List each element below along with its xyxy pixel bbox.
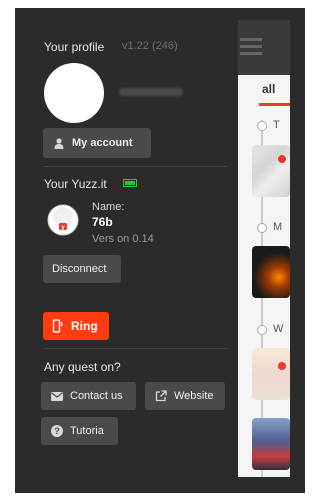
main-content-peek: all T M W [238, 20, 290, 477]
user-name-redacted [119, 88, 183, 96]
event-thumbnail-photo[interactable] [252, 246, 290, 298]
svg-text:?: ? [54, 426, 60, 436]
main-topbar [238, 20, 290, 75]
tutorial-label: Tutoria [70, 425, 104, 437]
tab-all[interactable]: all [262, 82, 275, 96]
event-thumbnail-photo[interactable] [252, 418, 290, 470]
disconnect-label: Disconnect [52, 263, 107, 275]
timeline-label: T [273, 119, 280, 131]
contact-us-button[interactable]: Contact us [41, 382, 136, 410]
ring-button[interactable]: Ring [43, 312, 109, 340]
device-name: 76b [92, 215, 113, 229]
event-thumbnail-map[interactable] [252, 348, 290, 400]
profile-section-title: Your profile [44, 40, 105, 54]
timeline-dot [257, 121, 267, 131]
timeline-dot [257, 325, 267, 335]
my-account-label: My account [72, 137, 133, 149]
user-icon [53, 137, 65, 149]
website-button[interactable]: Website [145, 382, 225, 410]
device-section-title: Your Yuzz.it [44, 177, 107, 191]
tab-active-indicator [259, 103, 290, 106]
yuzz-device-icon: y [46, 201, 80, 239]
website-label: Website [174, 390, 214, 402]
ring-label: Ring [71, 319, 98, 333]
app-version: v1.22 (246) [122, 40, 178, 52]
contact-us-label: Contact us [70, 390, 123, 402]
side-menu: Your profile v1.22 (246) My account Your… [15, 20, 238, 477]
external-link-icon [155, 390, 167, 402]
help-icon: ? [51, 425, 63, 437]
avatar[interactable] [44, 63, 104, 123]
divider [43, 348, 227, 349]
phone-ring-icon [52, 319, 64, 333]
help-section-title: Any quest on? [44, 360, 121, 374]
disconnect-button[interactable]: Disconnect [43, 255, 121, 283]
event-thumbnail-map[interactable] [252, 145, 290, 197]
timeline-label: M [273, 221, 283, 233]
mail-icon [51, 390, 63, 402]
hamburger-menu-icon[interactable] [240, 38, 262, 56]
timeline-label: W [273, 323, 284, 335]
timeline-dot [257, 223, 267, 233]
tutorial-button[interactable]: ? Tutoria [41, 417, 118, 445]
device-firmware-version: Vers on 0.14 [92, 233, 154, 245]
divider [43, 166, 227, 167]
my-account-button[interactable]: My account [43, 128, 151, 158]
device-name-label: Name: [92, 201, 125, 213]
battery-status-icon [123, 179, 137, 187]
